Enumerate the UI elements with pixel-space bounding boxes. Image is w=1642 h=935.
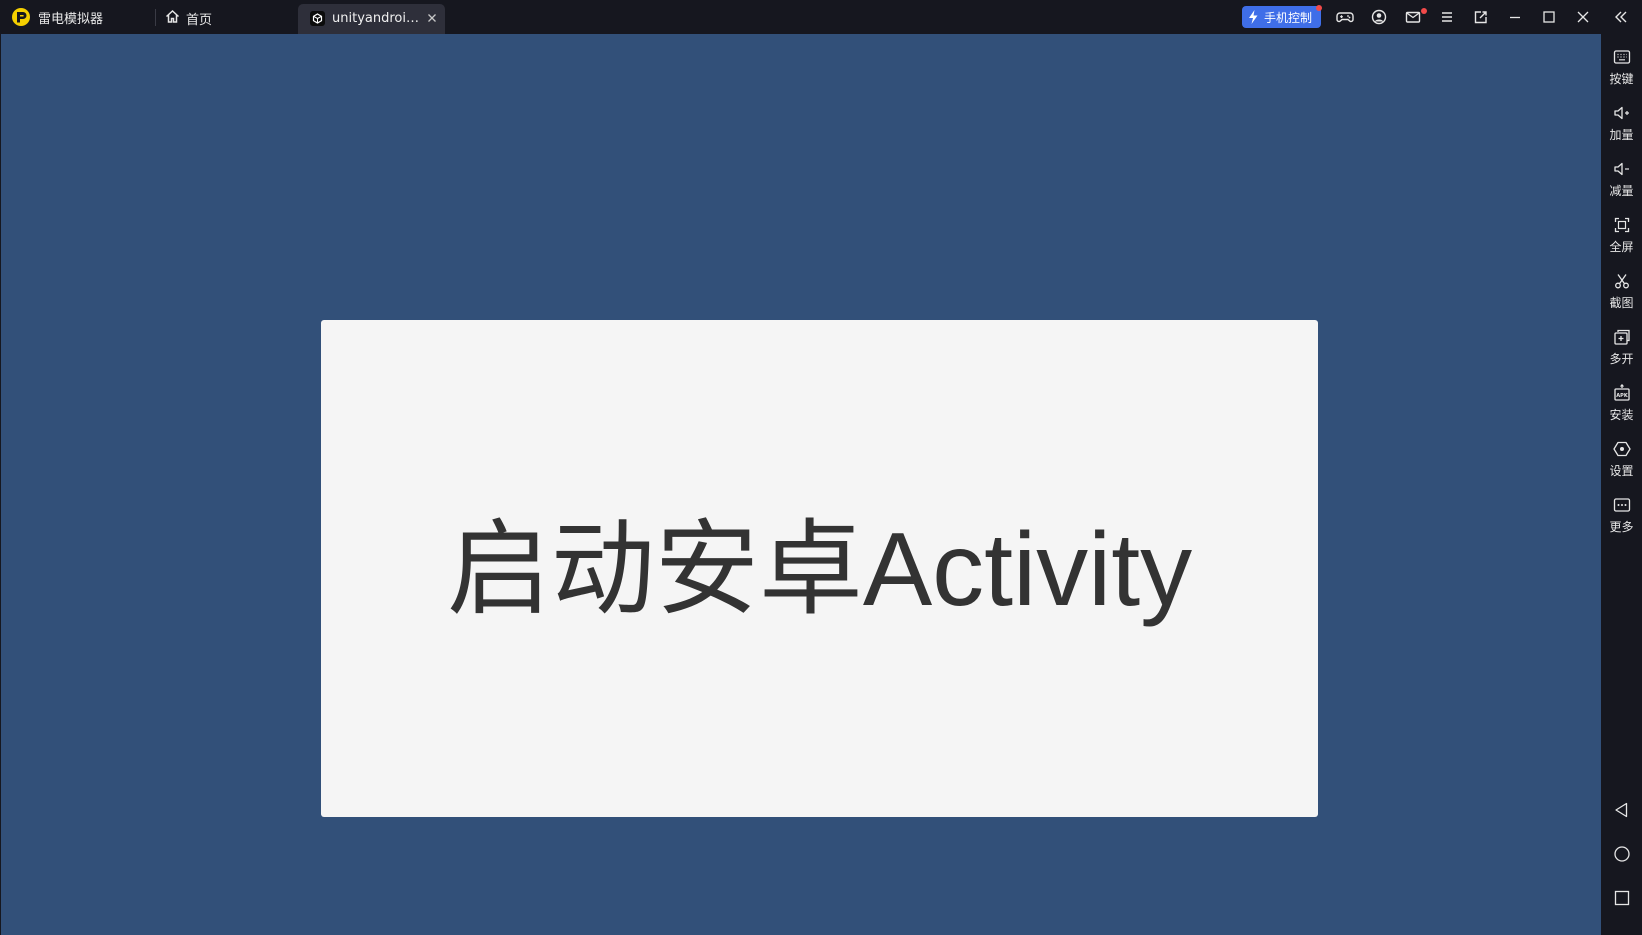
tab-unity-app[interactable]: unityandroidt... [298, 4, 445, 34]
gamepad-icon[interactable] [1335, 7, 1355, 27]
back-icon[interactable] [1612, 800, 1632, 820]
sidebar-screenshot-button[interactable]: 截图 [1601, 271, 1642, 321]
sidebar-multi-instance-label: 多开 [1609, 352, 1634, 366]
app-name: 雷电模拟器 [38, 12, 104, 27]
tab-unity-app-label: unityandroidt... [332, 11, 420, 26]
activity-dialog[interactable]: 启动安卓Activity [321, 320, 1318, 817]
sidebar-more-button[interactable]: 更多 [1601, 495, 1642, 545]
lightning-icon [1247, 9, 1259, 25]
fullscreen-icon [1612, 215, 1632, 235]
sidebar-volume-up-button[interactable]: 加量 [1601, 103, 1642, 153]
sidebar-more-label: 更多 [1609, 520, 1634, 534]
sidebar-install-apk-label: 安装 [1609, 408, 1634, 422]
collapse-sidebar-icon[interactable] [1611, 7, 1631, 27]
title-divider [155, 9, 156, 26]
tab-home[interactable]: 首页 [163, 4, 283, 30]
volume-up-icon [1612, 103, 1632, 123]
svg-text:APK: APK [1616, 393, 1629, 399]
sidebar-fullscreen-label: 全屏 [1609, 240, 1634, 254]
right-toolbar: 按键 加量 减量 全屏 截图 多开 APK 安装 设置 更多 [1601, 34, 1642, 935]
keyboard-icon [1612, 47, 1632, 67]
sidebar-keymap-button[interactable]: 按键 [1601, 47, 1642, 97]
multi-instance-icon [1612, 327, 1632, 347]
sidebar-multi-instance-button[interactable]: 多开 [1601, 327, 1642, 377]
unity-app-icon [310, 11, 325, 26]
launch-activity-text: 启动安卓Activity [446, 512, 1193, 628]
home-icon [165, 9, 180, 24]
user-icon[interactable] [1369, 7, 1389, 27]
recent-apps-icon[interactable] [1612, 888, 1632, 908]
sidebar-keymap-label: 按键 [1609, 72, 1634, 86]
sidebar-volume-down-button[interactable]: 减量 [1601, 159, 1642, 209]
phone-control-button[interactable]: 手机控制 [1242, 6, 1321, 28]
apk-install-icon: APK [1612, 383, 1632, 403]
sidebar-volume-down-label: 减量 [1609, 184, 1634, 198]
scissors-icon [1612, 271, 1632, 291]
more-icon [1612, 495, 1632, 515]
sidebar-fullscreen-button[interactable]: 全屏 [1601, 215, 1642, 265]
sidebar-settings-button[interactable]: 设置 [1601, 439, 1642, 489]
ldplayer-logo-icon [11, 7, 31, 27]
minimize-icon[interactable] [1505, 7, 1525, 27]
volume-down-icon [1612, 159, 1632, 179]
home-nav-icon[interactable] [1612, 844, 1632, 864]
sidebar-volume-up-label: 加量 [1609, 128, 1634, 142]
menu-icon[interactable] [1437, 7, 1457, 27]
tab-home-label: 首页 [186, 13, 213, 28]
phone-control-notify-dot [1316, 5, 1322, 11]
title-bar: 雷电模拟器 首页 unityandroidt... [0, 0, 1642, 34]
phone-control-label: 手机控制 [1264, 11, 1313, 25]
close-icon[interactable] [1573, 7, 1593, 27]
window-sync-icon[interactable] [1471, 7, 1491, 27]
maximize-icon[interactable] [1539, 7, 1559, 27]
settings-icon [1612, 439, 1632, 459]
sidebar-screenshot-label: 截图 [1609, 296, 1634, 310]
sidebar-install-apk-button[interactable]: APK 安装 [1601, 383, 1642, 433]
tab-close-icon[interactable] [424, 10, 440, 26]
mail-icon[interactable] [1403, 7, 1423, 27]
sidebar-settings-label: 设置 [1609, 464, 1634, 478]
emulator-screen[interactable]: 启动安卓Activity [1, 34, 1601, 935]
mail-notify-dot [1421, 8, 1427, 14]
